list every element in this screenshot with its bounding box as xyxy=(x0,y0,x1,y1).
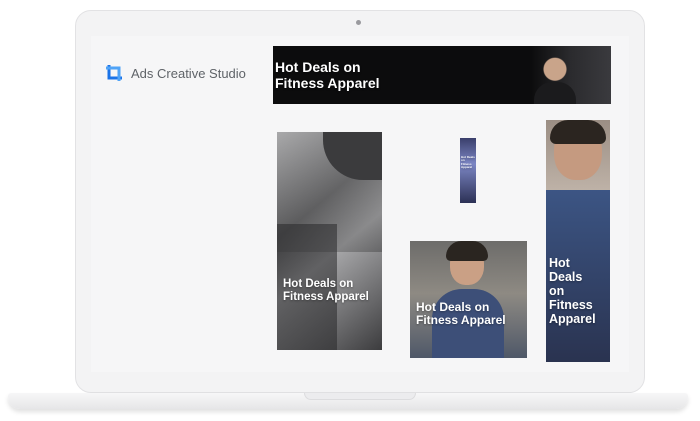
ad-headline: Hot Deals on Fitness Apparel xyxy=(416,300,506,328)
app-logo[interactable]: Ads Creative Studio xyxy=(105,64,246,82)
ad-headline-line: Fitness Apparel xyxy=(275,74,380,91)
ad-headline-line: Hot Deals on xyxy=(275,59,361,75)
ad-headline: Hot Deals on Fitness Apparel xyxy=(283,278,369,304)
ad-preview-skyscraper[interactable]: Hot Deals on Fitness Apparel xyxy=(460,138,476,203)
ad-headline: Hot Deals on Fitness Apparel xyxy=(549,256,596,326)
ad-headline-line: Hot Deals on xyxy=(416,300,490,314)
ad-headline-line: Deals xyxy=(549,270,583,284)
ad-preview-medium-rectangle[interactable]: Hot Deals on Fitness Apparel xyxy=(410,241,527,358)
camera-icon xyxy=(356,20,361,25)
ad-photo-figure xyxy=(534,82,576,104)
ads-creative-studio-icon xyxy=(105,64,123,82)
ad-preview-tall[interactable]: Hot Deals on Fitness Apparel xyxy=(277,132,382,350)
laptop-hinge-notch xyxy=(304,393,416,400)
ad-headline-line: Hot Deals on xyxy=(283,278,354,290)
ad-headline-line: Fitness Apparel xyxy=(461,161,473,170)
ad-headline: Hot Deals on Fitness Apparel xyxy=(461,155,476,170)
ad-headline: Hot Deals on Fitness Apparel xyxy=(275,59,380,91)
ad-preview-half-page[interactable]: Hot Deals on Fitness Apparel xyxy=(546,120,610,362)
app-title: Ads Creative Studio xyxy=(131,65,246,81)
ad-photo xyxy=(531,46,611,104)
ad-headline-line: Fitness Apparel xyxy=(283,290,369,303)
ad-photo-figure xyxy=(446,241,488,261)
ad-headline-line: Hot xyxy=(549,256,570,270)
ad-preview-leaderboard[interactable]: Hot Deals on Fitness Apparel xyxy=(273,46,611,104)
ad-headline-line: Apparel xyxy=(549,312,596,326)
ad-headline-line: Fitness Apparel xyxy=(416,313,506,328)
ad-headline-line: on xyxy=(549,284,565,298)
ad-headline-line: Fitness xyxy=(549,298,593,312)
app-screen: Ads Creative Studio Hot Deals on Fitness… xyxy=(91,36,629,372)
ad-photo-figure xyxy=(550,120,606,144)
